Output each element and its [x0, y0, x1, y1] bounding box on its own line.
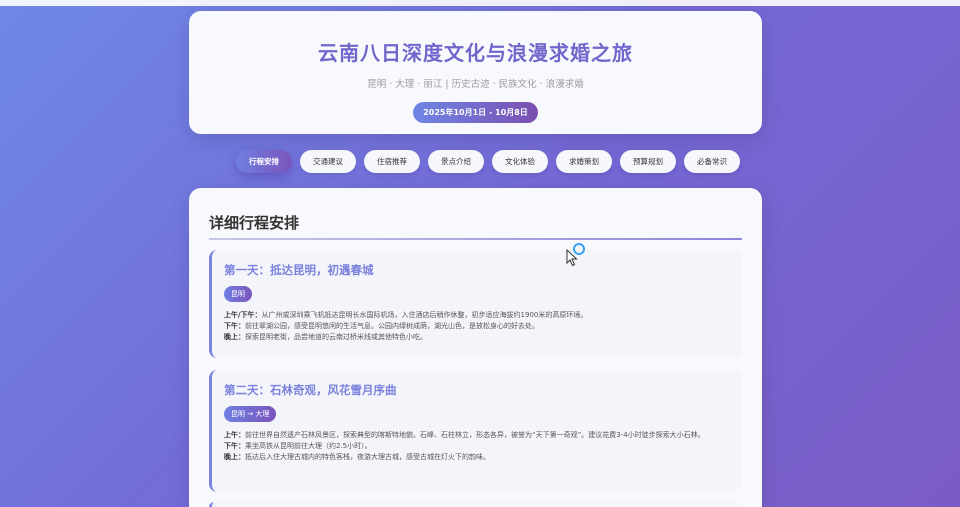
- section-nav: 行程安排 交通建议 住宿推荐 景点介绍 文化体验 求婚策划 预算规划 必备常识: [236, 150, 740, 173]
- time-label: 上午：: [224, 431, 245, 439]
- day-details: 上午/下午：从广州或深圳乘飞机抵达昆明长水国际机场，入住酒店后稍作休整，初步适应…: [224, 310, 742, 343]
- header-card: 云南八日深度文化与浪漫求婚之旅 昆明 · 大理 · 丽江 | 历史古迹 · 民族…: [189, 11, 762, 134]
- detail-text: 前往世界自然遗产石林风景区，探索典型的喀斯特地貌。石峰、石柱林立，形态各异，被誉…: [245, 431, 705, 439]
- location-tag: 昆明: [224, 286, 252, 302]
- tab-culture[interactable]: 文化体验: [492, 150, 548, 173]
- detail-text: 前往翠湖公园，感受昆明悠闲的生活气息。公园内绿树成荫，湖光山色，是放松身心的好去…: [245, 322, 539, 330]
- itinerary-card: 详细行程安排 第一天：抵达昆明，初遇春城 昆明 上午/下午：从广州或深圳乘飞机抵…: [189, 188, 762, 507]
- tab-proposal[interactable]: 求婚策划: [556, 150, 612, 173]
- tab-attractions[interactable]: 景点介绍: [428, 150, 484, 173]
- detail-line: 下午：乘坐高铁从昆明前往大理（约2.5小时）。: [224, 441, 722, 452]
- date-badge: 2025年10月1日 - 10月8日: [413, 102, 538, 123]
- detail-line: 晚上：探索昆明老街，品尝地道的云南过桥米线或其他特色小吃。: [224, 332, 722, 343]
- page-subtitle: 昆明 · 大理 · 丽江 | 历史古迹 · 民族文化 · 浪漫求婚: [367, 79, 584, 90]
- tab-transport[interactable]: 交通建议: [300, 150, 356, 173]
- time-label: 下午：: [224, 442, 245, 450]
- detail-line: 下午：前往翠湖公园，感受昆明悠闲的生活气息。公园内绿树成荫，湖光山色，是放松身心…: [224, 321, 722, 332]
- detail-line: 晚上：抵达后入住大理古城内的特色客栈，夜游大理古城，感受古城在灯火下的韵味。: [224, 452, 722, 463]
- tab-budget[interactable]: 预算规划: [620, 150, 676, 173]
- detail-text: 抵达后入住大理古城内的特色客栈，夜游大理古城，感受古城在灯火下的韵味。: [245, 453, 490, 461]
- page-title: 云南八日深度文化与浪漫求婚之旅: [318, 41, 633, 65]
- time-label: 晚上：: [224, 333, 245, 341]
- detail-line: 上午/下午：从广州或深圳乘飞机抵达昆明长水国际机场，入住酒店后稍作休整，初步适应…: [224, 310, 722, 321]
- day-card: 第一天：抵达昆明，初遇春城 昆明 上午/下午：从广州或深圳乘飞机抵达昆明长水国际…: [209, 250, 742, 358]
- day-title: 第二天：石林奇观，风花雪月序曲: [224, 383, 397, 397]
- detail-text: 探索昆明老街，品尝地道的云南过桥米线或其他特色小吃。: [245, 333, 427, 341]
- day-card: 第二天：石林奇观，风花雪月序曲 昆明 → 大理 上午：前往世界自然遗产石林风景区…: [209, 370, 742, 492]
- browser-top-strip: [0, 0, 960, 6]
- section-divider: [209, 238, 742, 240]
- day-card: [209, 502, 742, 507]
- tab-itinerary[interactable]: 行程安排: [236, 150, 292, 173]
- time-label: 晚上：: [224, 453, 245, 461]
- loading-spinner-icon: [573, 243, 585, 255]
- detail-text: 从广州或深圳乘飞机抵达昆明长水国际机场，入住酒店后稍作休整，初步适应海拔约190…: [261, 311, 588, 319]
- tab-accommodation[interactable]: 住宿推荐: [364, 150, 420, 173]
- detail-line: 上午：前往世界自然遗产石林风景区，探索典型的喀斯特地貌。石峰、石柱林立，形态各异…: [224, 430, 722, 441]
- tab-essentials[interactable]: 必备常识: [684, 150, 740, 173]
- section-title: 详细行程安排: [209, 214, 300, 232]
- time-label: 上午/下午：: [224, 311, 262, 319]
- detail-text: 乘坐高铁从昆明前往大理（约2.5小时）。: [245, 442, 372, 450]
- time-label: 下午：: [224, 322, 245, 330]
- day-details: 上午：前往世界自然遗产石林风景区，探索典型的喀斯特地貌。石峰、石柱林立，形态各异…: [224, 430, 742, 463]
- location-tag: 昆明 → 大理: [224, 406, 277, 422]
- day-title: 第一天：抵达昆明，初遇春城: [224, 263, 374, 277]
